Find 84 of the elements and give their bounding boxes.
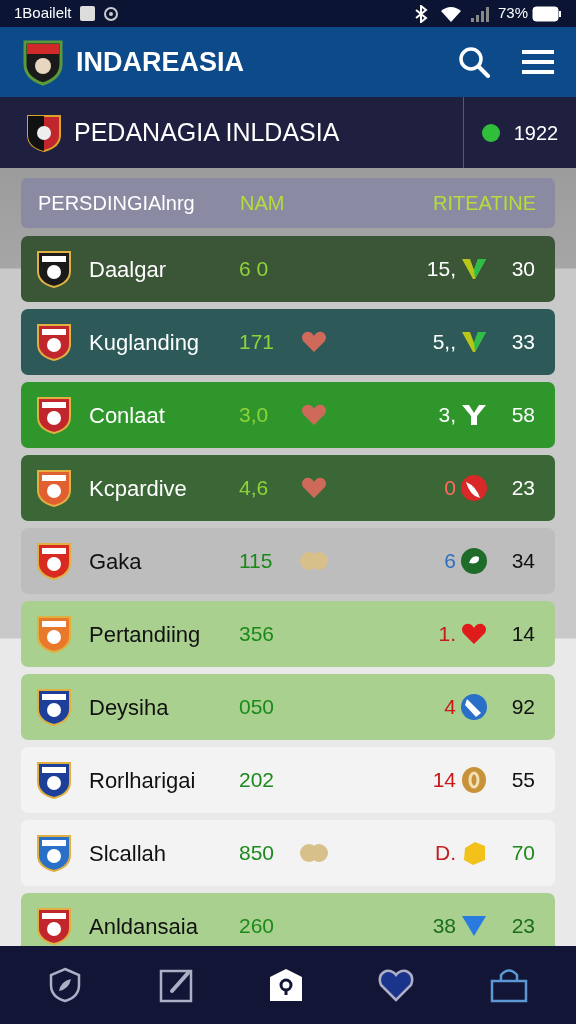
notification-icon — [79, 6, 95, 21]
ball-icon — [460, 547, 488, 575]
value-text: 356 — [239, 621, 276, 648]
trend-text: 38 — [432, 913, 456, 940]
edit-icon[interactable] — [157, 967, 194, 1003]
score-text: 23 — [510, 913, 535, 940]
team-name: Rorlharigai — [89, 766, 197, 795]
column-header: PERSDINGIAlnrg — [38, 191, 196, 216]
section-title: PEDANAGIA INLDASIA — [74, 116, 340, 148]
trend-text: 15, — [426, 256, 456, 283]
team-name: Daalgar — [89, 255, 168, 284]
score-text: 58 — [510, 402, 535, 429]
battery-percentage: 73% — [497, 3, 528, 24]
crest-icon — [26, 112, 62, 153]
trend-text: 4 — [444, 694, 456, 721]
battery-icon — [532, 5, 562, 22]
bag-icon[interactable] — [488, 967, 529, 1003]
score-text: 92 — [510, 694, 535, 721]
location-icon[interactable] — [267, 967, 304, 1003]
team-name: Slcallah — [89, 839, 168, 868]
team-row[interactable]: Rorlharigai 202 14 55 — [21, 747, 555, 813]
status-text: 1Boailelt — [14, 3, 72, 24]
heart-icon — [301, 404, 327, 426]
team-name: Conlaat — [89, 401, 166, 430]
trend-text: 6 — [444, 548, 456, 575]
crest-icon — [22, 38, 64, 86]
team-row[interactable]: Gaka 115 6 34 — [21, 528, 555, 594]
team-name: Gaka — [89, 547, 143, 576]
value-text: 171 — [239, 329, 276, 356]
heart-icon — [461, 623, 487, 645]
score-text: 14 — [510, 621, 535, 648]
column-header: RITEATINE — [433, 191, 536, 216]
ball-icon — [460, 693, 488, 721]
trend-text: D. — [435, 840, 456, 867]
trend-text: 14 — [432, 767, 456, 794]
coins-icon — [300, 550, 328, 572]
team-name: Kuglanding — [89, 328, 201, 357]
search-icon[interactable] — [458, 46, 490, 78]
value-text: 3,0 — [239, 402, 270, 429]
value-text: 850 — [239, 840, 276, 867]
team-row[interactable]: Deysiha 050 4 92 — [21, 674, 555, 740]
score-text: 70 — [510, 840, 535, 867]
menu-icon[interactable] — [522, 49, 554, 75]
score-text: 34 — [510, 548, 535, 575]
team-row[interactable]: Pertandiing 356 1. 14 — [21, 601, 555, 667]
team-name: Anldansaia — [89, 912, 199, 941]
value-text: 4,6 — [239, 475, 270, 502]
coins-icon — [300, 842, 328, 864]
value-text: 6 0 — [239, 256, 270, 283]
gear-icon — [102, 5, 119, 22]
team-row[interactable]: Anldansaia 260 38 23 — [21, 893, 555, 946]
team-row[interactable]: Kuglanding 171 5,, 33 — [21, 309, 555, 375]
value-text: 202 — [239, 767, 276, 794]
trend-text: 5,, — [432, 329, 456, 356]
value-text: 260 — [239, 913, 276, 940]
down-triangle-icon — [461, 915, 487, 937]
signal-icon — [469, 5, 490, 22]
bluetooth-icon — [413, 4, 428, 23]
heart-icon[interactable] — [378, 967, 415, 1003]
heart-icon — [301, 477, 327, 499]
value-text: 050 — [239, 694, 276, 721]
value-text: 115 — [239, 548, 274, 575]
coin-icon — [461, 766, 487, 794]
trend-text: 0 — [444, 475, 456, 502]
team-row[interactable]: Kcpardive 4,6 0 23 — [21, 455, 555, 521]
cheese-icon — [461, 840, 487, 866]
column-header: NAM — [240, 191, 285, 216]
trend-text: 1. — [438, 621, 456, 648]
team-name: Deysiha — [89, 693, 170, 722]
count-text: 1922 — [513, 120, 559, 146]
score-text: 30 — [510, 256, 535, 283]
heart-icon — [301, 331, 327, 353]
score-text: 55 — [510, 767, 535, 794]
wifi-icon — [439, 5, 462, 22]
score-text: 33 — [510, 329, 535, 356]
team-name: Kcpardive — [89, 474, 188, 503]
team-name: Pertandiing — [89, 620, 202, 649]
app-title: INDAREASIA — [76, 45, 244, 79]
ball-icon — [460, 474, 488, 502]
score-text: 23 — [510, 475, 535, 502]
team-row[interactable]: Conlaat 3,0 3, 58 — [21, 382, 555, 448]
team-row[interactable]: Daalgar 6 0 15, 30 — [21, 236, 555, 302]
team-row[interactable]: Slcallah 850 D. 70 — [21, 820, 555, 886]
trend-text: 3, — [438, 402, 456, 429]
